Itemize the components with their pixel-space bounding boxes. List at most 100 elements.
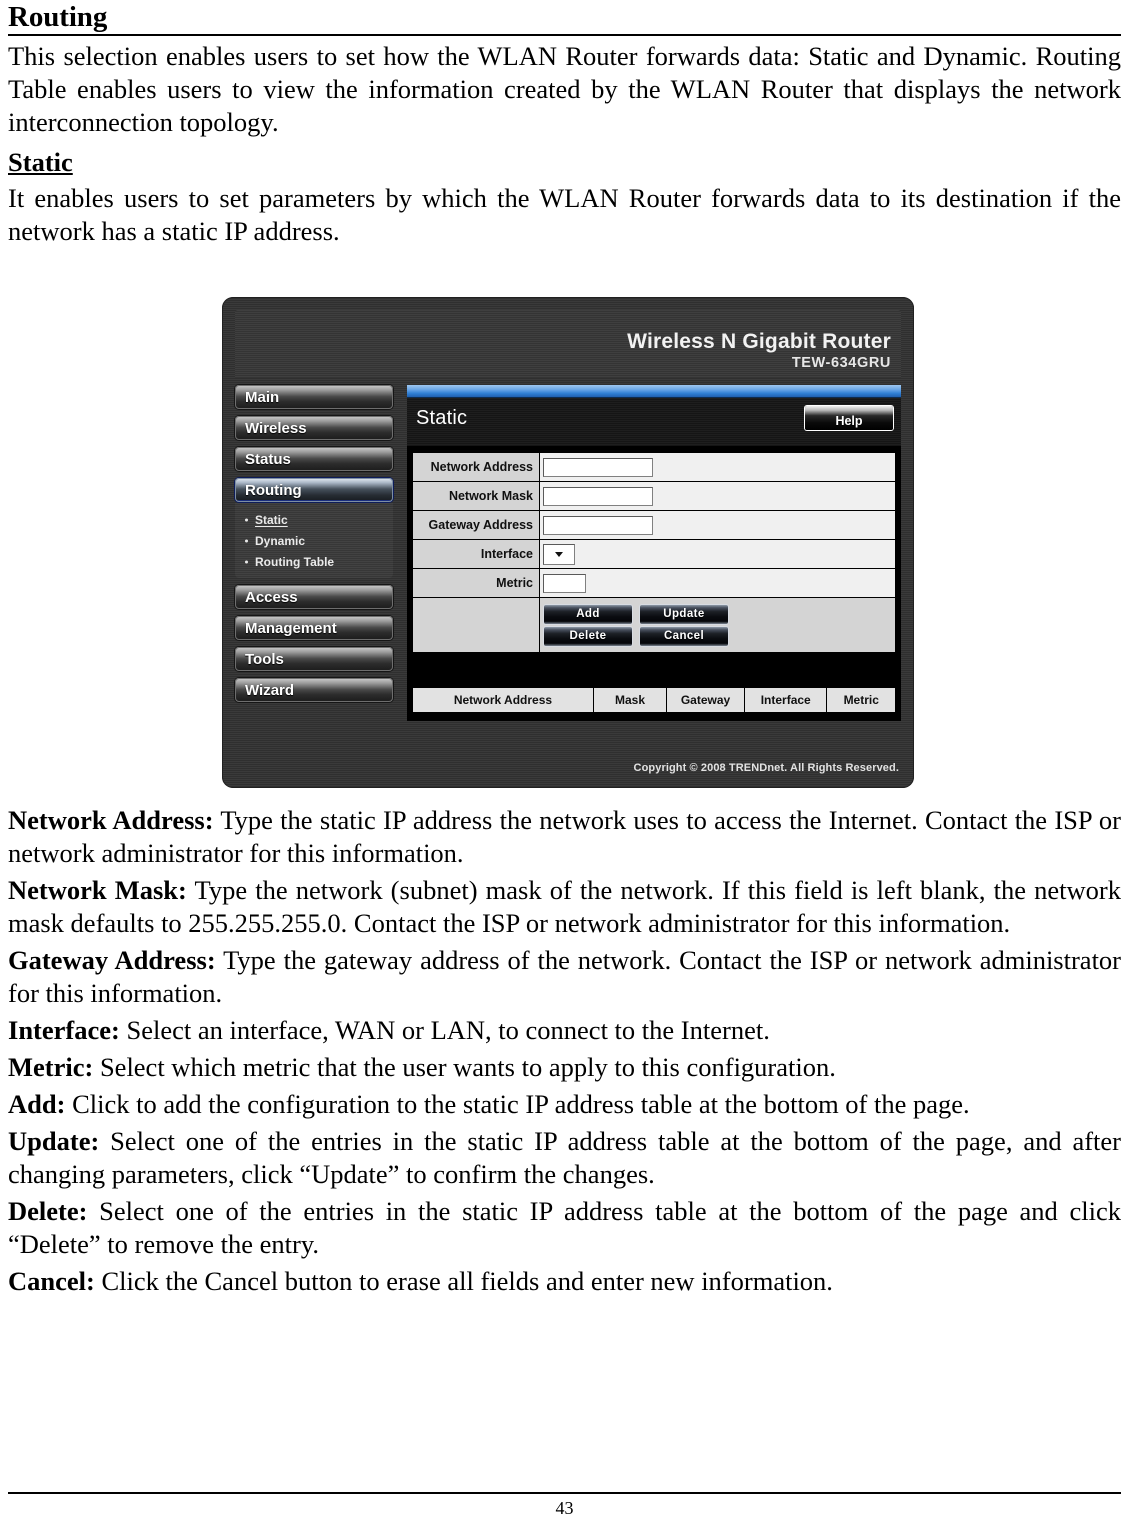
definition-text: Select one of the entries in the static … xyxy=(8,1125,1121,1189)
column-mask: Mask xyxy=(592,687,668,713)
product-model: TEW-634GRU xyxy=(791,355,891,371)
panel-accent-bar xyxy=(407,385,901,398)
main-panel: Static Help Network Address Network Mask xyxy=(407,385,901,721)
sidebar-subitem-dynamic[interactable]: Dynamic xyxy=(235,530,393,551)
definition-delete: Delete: Select one of the entries in the… xyxy=(8,1195,1121,1261)
network-address-input[interactable] xyxy=(543,457,653,477)
sidebar-subitem-label: Dynamic xyxy=(255,533,306,548)
router-brand-header: Wireless N Gigabit Router TEW-634GRU xyxy=(235,310,901,378)
add-button-label: Add xyxy=(576,608,600,620)
sidebar-item-label: Wizard xyxy=(245,681,295,699)
definition-term: Interface: xyxy=(8,1014,120,1045)
interface-select[interactable] xyxy=(543,543,575,565)
sidebar-item-access[interactable]: Access xyxy=(235,585,393,609)
form-row-network-mask: Network Mask xyxy=(412,481,896,511)
copyright-notice: Copyright © 2008 TRENDnet. All Rights Re… xyxy=(633,762,899,774)
form-row-gateway-address: Gateway Address xyxy=(412,510,896,540)
page-title: Routing xyxy=(8,1,108,33)
definition-gateway-address: Gateway Address: Type the gateway addres… xyxy=(8,944,1121,1010)
definition-text: Click to add the configuration to the st… xyxy=(65,1088,970,1119)
panel-header: Static Help xyxy=(407,398,901,446)
static-routes-table-wrap: Network Address Mask Gateway Interface M… xyxy=(407,687,901,721)
label-network-address: Network Address xyxy=(412,452,540,482)
actions-cell: Add Update Delete Cancel xyxy=(539,597,896,653)
add-button[interactable]: Add xyxy=(544,604,632,624)
sidebar-nav: Main Wireless Status Routing Static Dyna… xyxy=(235,385,393,709)
static-routes-table: Network Address Mask Gateway Interface M… xyxy=(412,687,896,713)
sidebar-subitem-routing-table[interactable]: Routing Table xyxy=(235,551,393,572)
sidebar-item-wireless[interactable]: Wireless xyxy=(235,416,393,440)
product-name: Wireless N Gigabit Router xyxy=(627,330,891,353)
column-gateway: Gateway xyxy=(666,687,745,713)
bullet-icon xyxy=(245,539,248,542)
static-intro-paragraph: It enables users to set parameters by wh… xyxy=(8,183,1121,247)
definition-text: Select one of the entries in the static … xyxy=(8,1195,1121,1259)
sidebar-item-tools[interactable]: Tools xyxy=(235,647,393,671)
definition-term: Metric: xyxy=(8,1051,94,1082)
header-rule xyxy=(8,34,1121,37)
definition-add: Add: Click to add the configuration to t… xyxy=(8,1088,1121,1121)
help-button[interactable]: Help xyxy=(805,406,893,430)
label-gateway-address: Gateway Address xyxy=(412,510,540,540)
router-admin-screenshot: Wireless N Gigabit Router TEW-634GRU Mai… xyxy=(222,297,914,788)
sidebar-item-status[interactable]: Status xyxy=(235,447,393,471)
router-ui-inner: Wireless N Gigabit Router TEW-634GRU Mai… xyxy=(235,310,901,775)
column-network-address: Network Address xyxy=(412,687,594,713)
static-route-form: Network Address Network Mask Gateway Add… xyxy=(412,452,896,653)
footer-rule xyxy=(8,1492,1121,1494)
definition-network-mask: Network Mask: Type the network (subnet) … xyxy=(8,874,1121,940)
panel-title: Static xyxy=(416,407,468,429)
sidebar-item-wizard[interactable]: Wizard xyxy=(235,678,393,702)
definition-update: Update: Select one of the entries in the… xyxy=(8,1125,1121,1191)
metric-input[interactable] xyxy=(543,573,586,593)
sidebar-item-label: Routing xyxy=(245,481,302,499)
label-network-mask: Network Mask xyxy=(412,481,540,511)
definition-cancel: Cancel: Click the Cancel button to erase… xyxy=(8,1265,1121,1298)
definition-text: Select an interface, WAN or LAN, to conn… xyxy=(119,1014,770,1045)
intro-paragraph: This selection enables users to set how … xyxy=(8,41,1121,138)
definition-term: Network Address: xyxy=(8,805,214,835)
cancel-button-label: Cancel xyxy=(663,630,705,642)
network-mask-input[interactable] xyxy=(543,486,653,506)
sidebar-item-label: Status xyxy=(245,450,291,468)
definition-metric: Metric: Select which metric that the use… xyxy=(8,1051,1121,1084)
sidebar-item-label: Main xyxy=(245,388,280,406)
label-interface: Interface xyxy=(412,539,540,569)
column-metric: Metric xyxy=(826,687,896,713)
update-button[interactable]: Update xyxy=(640,604,728,624)
sidebar-item-label: Access xyxy=(245,588,298,606)
page-number: 43 xyxy=(555,1498,574,1518)
field-cell-network-address xyxy=(539,452,896,482)
sidebar-item-routing[interactable]: Routing xyxy=(235,478,393,502)
document-body: Routing This selection enables users to … xyxy=(8,0,1121,250)
bullet-icon xyxy=(245,518,248,521)
field-cell-network-mask xyxy=(539,481,896,511)
field-cell-interface xyxy=(539,539,896,569)
gateway-address-input[interactable] xyxy=(543,515,653,535)
definition-interface: Interface: Select an interface, WAN or L… xyxy=(8,1014,1121,1047)
form-row-actions: Add Update Delete Cancel xyxy=(412,597,896,653)
definition-text: Click the Cancel button to erase all fie… xyxy=(94,1265,833,1296)
definition-term: Add: xyxy=(8,1088,66,1119)
chevron-down-icon xyxy=(555,551,563,557)
definitions-list: Network Address: Type the static IP addr… xyxy=(8,800,1121,1300)
sidebar-submenu-routing: Static Dynamic Routing Table xyxy=(235,503,393,578)
column-interface: Interface xyxy=(743,687,828,713)
delete-button[interactable]: Delete xyxy=(544,626,632,646)
help-button-label: Help xyxy=(835,413,863,428)
sidebar-item-label: Management xyxy=(245,619,337,637)
sidebar-item-management[interactable]: Management xyxy=(235,616,393,640)
field-cell-metric xyxy=(539,568,896,598)
sidebar-item-main[interactable]: Main xyxy=(235,385,393,409)
definition-network-address: Network Address: Type the static IP addr… xyxy=(8,804,1121,870)
page-footer: 43 xyxy=(8,1492,1121,1519)
sidebar-subitem-static[interactable]: Static xyxy=(235,509,393,530)
sidebar-item-label: Wireless xyxy=(245,419,307,437)
definition-term: Cancel: xyxy=(8,1265,95,1296)
update-button-label: Update xyxy=(663,608,705,620)
definition-term: Network Mask: xyxy=(8,874,187,905)
delete-button-label: Delete xyxy=(569,630,607,642)
form-row-interface: Interface xyxy=(412,539,896,569)
cancel-button[interactable]: Cancel xyxy=(640,626,728,646)
table-header-row: Network Address Mask Gateway Interface M… xyxy=(412,687,896,713)
